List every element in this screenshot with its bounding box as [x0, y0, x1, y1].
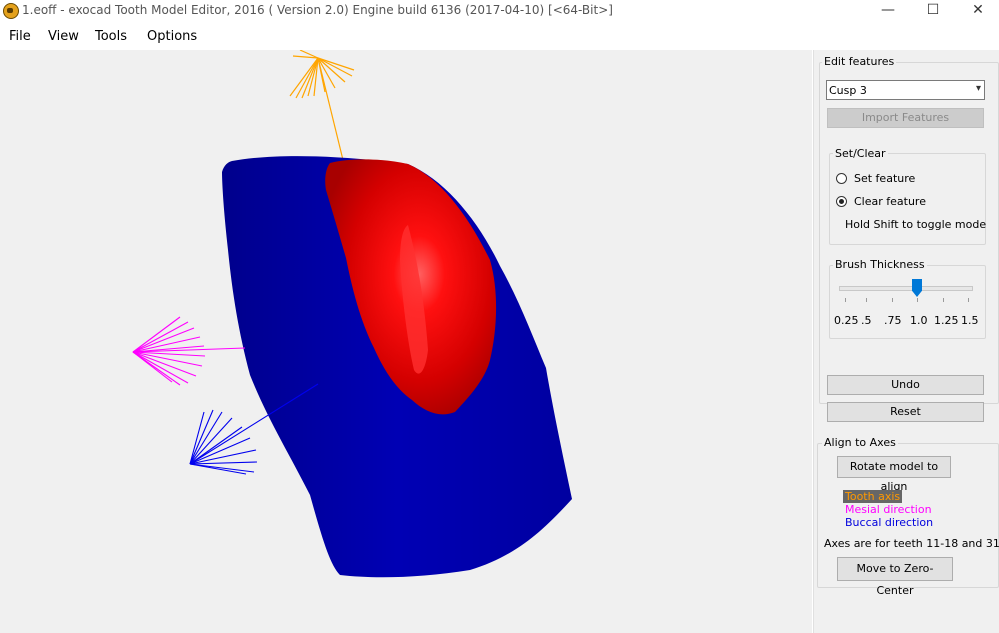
- mesial-axis-icon: [132, 316, 246, 386]
- clear-feature-radio[interactable]: [836, 196, 847, 207]
- title-bar: 1.eoff - exocad Tooth Model Editor, 2016…: [0, 0, 999, 22]
- feature-select[interactable]: Cusp 3 ▾: [826, 80, 985, 100]
- brush-thickness-label: Brush Thickness: [833, 258, 927, 271]
- menu-view[interactable]: View: [48, 29, 79, 44]
- shift-hint: Hold Shift to toggle mode: [845, 218, 987, 231]
- tick-mark: [866, 298, 867, 302]
- set-feature-radio[interactable]: [836, 173, 847, 184]
- 3d-viewport[interactable]: [0, 50, 812, 633]
- axes-note: Axes are for teeth 11-18 and 31-38: [824, 537, 999, 550]
- legend-buccal-direction: Buccal direction: [845, 516, 934, 529]
- tick-mark: [917, 298, 918, 302]
- tooth-model-render[interactable]: [0, 50, 812, 633]
- tick-label: .5: [861, 314, 872, 327]
- side-panel: Edit features Cusp 3 ▾ Import Features S…: [813, 50, 999, 633]
- set-feature-label[interactable]: Set feature: [854, 172, 915, 185]
- tick-mark: [943, 298, 944, 302]
- close-button[interactable]: ✕: [955, 0, 999, 22]
- reset-button[interactable]: Reset: [827, 402, 984, 422]
- minimize-button[interactable]: —: [865, 0, 911, 22]
- brush-thickness-group: [829, 265, 986, 339]
- tick-label: 0.25: [834, 314, 859, 327]
- app-icon: [3, 3, 19, 19]
- tick-label: 1.25: [934, 314, 959, 327]
- menu-bar: File View Tools Options: [0, 25, 999, 49]
- brush-slider-track[interactable]: [839, 286, 973, 291]
- import-features-button[interactable]: Import Features: [827, 108, 984, 128]
- tick-mark: [968, 298, 969, 302]
- chevron-down-icon: ▾: [975, 83, 981, 94]
- feature-select-value: Cusp 3: [829, 84, 867, 97]
- window-title: 1.eoff - exocad Tooth Model Editor, 2016…: [22, 3, 613, 17]
- tick-label: 1.5: [961, 314, 979, 327]
- tick-mark: [845, 298, 846, 302]
- menu-file[interactable]: File: [9, 29, 31, 44]
- clear-feature-label[interactable]: Clear feature: [854, 195, 926, 208]
- tick-label: .75: [884, 314, 902, 327]
- menu-options[interactable]: Options: [147, 29, 197, 44]
- menu-tools[interactable]: Tools: [95, 29, 127, 44]
- rotate-align-button[interactable]: Rotate model to align: [837, 456, 951, 493]
- tick-mark: [892, 298, 893, 302]
- tooth-mesh[interactable]: [222, 156, 572, 578]
- edit-features-label: Edit features: [822, 55, 897, 68]
- zero-center-button[interactable]: Move to Zero-Center: [837, 557, 953, 597]
- undo-button[interactable]: Undo: [827, 375, 984, 395]
- set-clear-label: Set/Clear: [833, 147, 888, 160]
- legend-mesial-direction: Mesial direction: [845, 503, 932, 516]
- legend-tooth-axis: Tooth axis: [843, 490, 903, 503]
- align-axes-label: Align to Axes: [822, 436, 898, 449]
- tick-label: 1.0: [910, 314, 928, 327]
- maximize-button[interactable]: ☐: [910, 0, 956, 22]
- tooth-axis-icon: [289, 50, 355, 161]
